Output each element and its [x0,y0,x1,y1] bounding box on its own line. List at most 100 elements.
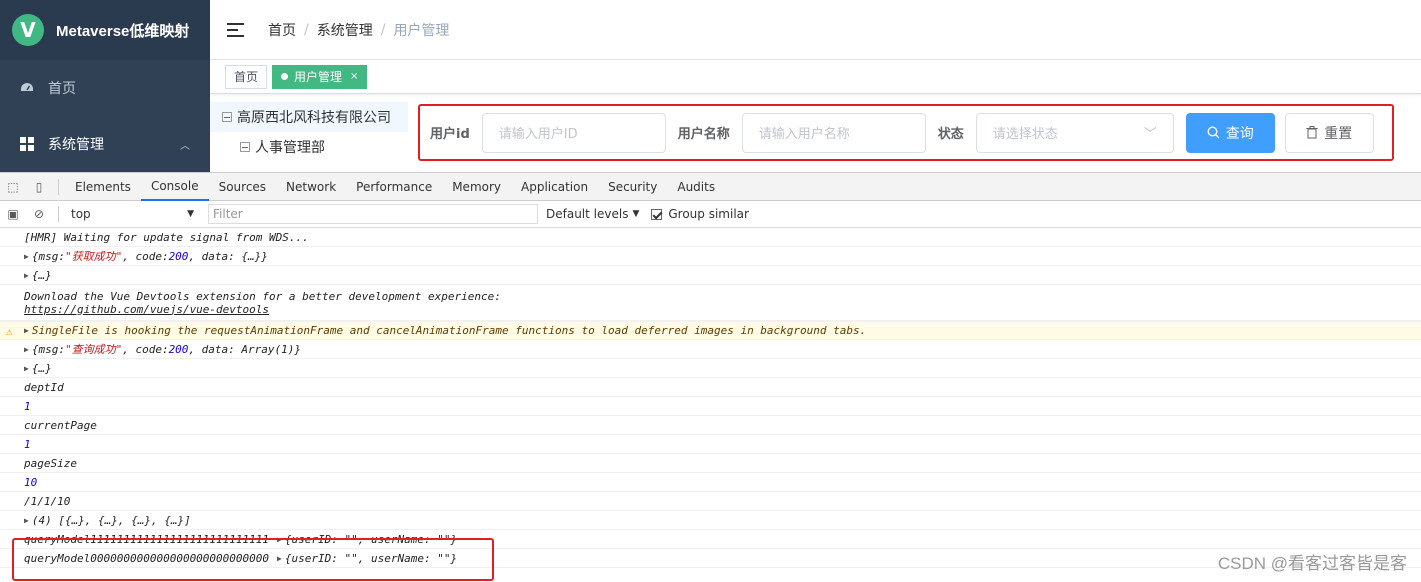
log-text: {…} [31,268,52,282]
query-button[interactable]: 查询 [1185,112,1275,153]
collapse-icon[interactable] [222,112,232,122]
log-line: 1 [0,397,1421,416]
log-line: currentPage [0,416,1421,435]
tree-node-label: 人事管理部 [255,140,325,156]
clear-console-icon[interactable]: ⊘ [26,207,52,221]
userid-label: 用户id [430,127,470,142]
levels-label: Default levels [546,207,629,221]
log-line: pageSize [0,454,1421,473]
log-line[interactable]: ▶ {msg: "获取成功", code: 200, data: {…}} [0,247,1421,266]
expand-arrow-icon[interactable]: ▶ [24,326,29,335]
tag-label: 首页 [234,69,259,84]
tree-node[interactable]: 高原西北风科技有限公司 [210,102,408,132]
group-similar-checkbox[interactable] [651,208,663,220]
status-placeholder: 请选择状态 [992,127,1058,142]
dropdown-arrow-icon: ▼ [632,209,640,219]
log-line[interactable]: ▶ {…} [0,266,1421,285]
log-line[interactable]: ▶ {…} [0,359,1421,378]
log-line[interactable]: ▶ {msg: "查询成功", code: 200, data: Array(1)… [0,340,1421,359]
dept-tree: 高原西北风科技有限公司 人事管理部 [210,102,408,172]
log-text: {msg: [31,249,65,263]
log-text: deptId [24,380,64,394]
sidebar-item-label: 首页 [48,81,76,97]
tab-application[interactable]: Application [511,173,598,201]
log-line: deptId [0,378,1421,397]
log-number: 200 [168,249,189,263]
tab-console[interactable]: Console [140,173,209,201]
tag-user-management[interactable]: 用户管理 × [272,64,368,89]
log-text: {msg: [31,342,65,356]
log-text: pageSize [24,456,77,470]
log-text: , code: [122,342,169,356]
breadcrumb-item-home[interactable]: 首页 [268,20,296,40]
username-input[interactable]: 请输入用户名称 [741,112,926,153]
log-text: , code: [122,249,169,263]
console-log: [HMR] Waiting for update signal from WDS… [0,228,1421,568]
tab-elements[interactable]: Elements [65,173,141,201]
sidebar-toggle-icon[interactable]: ▣ [0,207,26,221]
logo-icon: V [12,14,44,46]
search-icon [1207,126,1220,139]
log-line[interactable]: ▶ (4) [{…}, {…}, {…}, {…}] [0,511,1421,530]
search-form: 用户id 请输入用户ID 用户名称 请输入用户名称 状态 请选择状态 ﹀ 查询 … [418,104,1394,161]
breadcrumb-item-system[interactable]: 系统管理 [317,20,373,40]
dropdown-arrow-icon: ▼ [187,209,194,219]
expand-arrow-icon[interactable]: ▶ [24,516,29,525]
log-line: 10 [0,473,1421,492]
collapse-icon[interactable] [240,142,250,152]
log-line: Download the Vue Devtools extension for … [0,285,1421,321]
filter-input[interactable]: Filter [208,204,538,224]
devtools-panel: ⬚ ▯ Elements Console Sources Network Per… [0,172,1421,582]
log-text: SingleFile is hooking the requestAnimati… [31,324,867,337]
log-line: [HMR] Waiting for update signal from WDS… [0,228,1421,247]
expand-arrow-icon[interactable]: ▶ [24,252,29,261]
tab-sources[interactable]: Sources [209,173,276,201]
log-text: (4) [{…}, {…}, {…}, {…}] [31,513,191,527]
breadcrumb: 首页 / 系统管理 / 用户管理 [268,20,449,40]
chevron-up-icon: ︿ [180,140,190,152]
reset-button-label: 重置 [1324,125,1353,142]
highlight-box [12,538,494,581]
tags-view: 首页 用户管理 × [210,60,1421,94]
close-icon[interactable]: × [350,66,358,88]
log-text: [HMR] Waiting for update signal from WDS… [24,230,309,244]
devtools-link[interactable]: https://github.com/vuejs/vue-devtools [24,303,269,316]
tab-audits[interactable]: Audits [667,173,725,201]
grid-icon [20,137,34,151]
tab-network[interactable]: Network [276,173,346,201]
log-text: Download the Vue Devtools extension for … [24,289,501,303]
userid-input[interactable]: 请输入用户ID [481,112,666,153]
log-text: , data: {…}} [188,249,268,263]
tree-node[interactable]: 人事管理部 [210,132,408,162]
tab-memory[interactable]: Memory [442,173,511,201]
expand-arrow-icon[interactable]: ▶ [24,364,29,373]
sidebar-item-home[interactable]: 首页 [0,60,210,116]
log-text: {…} [31,361,52,375]
status-select[interactable]: 请选择状态 ﹀ [975,112,1174,153]
reset-button[interactable]: 重置 [1284,112,1374,153]
divider [58,206,59,222]
inspect-icon[interactable]: ⬚ [0,180,26,194]
tab-security[interactable]: Security [598,173,667,201]
userid-placeholder: 请输入用户ID [498,127,578,142]
log-text: /1/1/10 [24,494,71,508]
logo[interactable]: V Metaverse低维映射 [0,0,210,60]
tag-home[interactable]: 首页 [225,64,268,89]
app-title: Metaverse低维映射 [56,22,190,40]
dashboard-icon [21,83,33,91]
levels-dropdown[interactable]: Default levels ▼ [546,207,639,221]
devtools-tabbar: ⬚ ▯ Elements Console Sources Network Per… [0,173,1421,201]
hamburger-icon[interactable] [227,22,244,37]
tab-performance[interactable]: Performance [346,173,442,201]
expand-arrow-icon[interactable]: ▶ [24,345,29,354]
chevron-down-icon: ﹀ [1143,127,1157,142]
expand-arrow-icon[interactable]: ▶ [24,271,29,280]
context-select[interactable]: top ▼ [65,204,200,224]
sidebar-item-system[interactable]: 系统管理 ︿ [0,116,210,172]
sidebar: V Metaverse低维映射 首页 系统管理 ︿ [0,0,210,172]
username-label: 用户名称 [677,127,730,142]
log-text: currentPage [24,418,97,432]
warning-line[interactable]: ⚠ ▶ SingleFile is hooking the requestAnima… [0,321,1421,340]
device-toggle-icon[interactable]: ▯ [26,180,52,194]
divider [58,178,59,195]
